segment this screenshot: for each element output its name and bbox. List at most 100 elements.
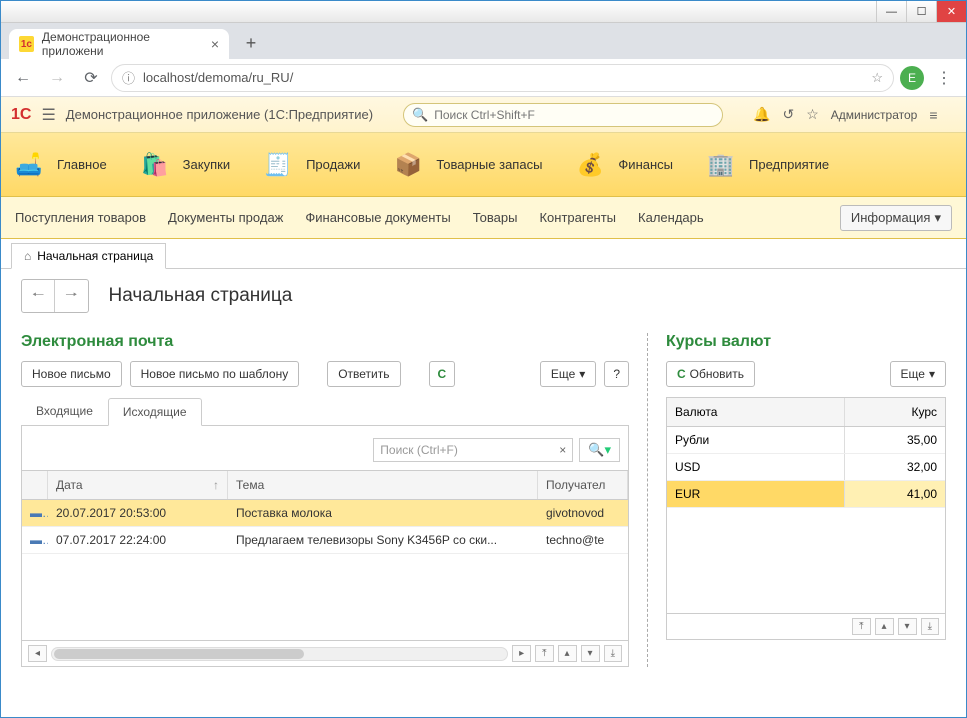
section-item[interactable]: 🧾 Продажи <box>260 147 360 183</box>
bookmark-star-icon[interactable]: ☆ <box>871 70 883 86</box>
app-title: Демонстрационное приложение (1С:Предприя… <box>66 107 373 122</box>
col-date[interactable]: Дата↑ <box>48 471 228 499</box>
tab-close-icon[interactable]: × <box>211 36 219 52</box>
col-subject[interactable]: Тема <box>228 471 538 499</box>
mail-row[interactable]: ▬ 20.07.2017 20:53:00 Поставка молока gi… <box>22 500 628 527</box>
rate-row[interactable]: Рубли 35,00 <box>667 427 945 454</box>
section-item[interactable]: 🛍️ Закупки <box>137 147 230 183</box>
section-icon: 🏢 <box>703 147 739 183</box>
browser-menu-icon[interactable]: ⋮ <box>930 68 958 88</box>
url-field[interactable]: ⓘ localhost/demoma/ru_RU/ ☆ <box>111 64 894 92</box>
grid-nav-up-icon[interactable]: ▴ <box>558 645 577 662</box>
col-rate[interactable]: Курс <box>845 398 945 426</box>
section-item[interactable]: 📦 Товарные запасы <box>390 147 542 183</box>
grid-nav-down-icon[interactable]: ▾ <box>581 645 600 662</box>
mail-pane: Поиск (Ctrl+F) × 🔍 ▾ Дата↑ Тема Получате… <box>21 426 629 667</box>
command-link[interactable]: Финансовые документы <box>305 210 450 225</box>
grid-nav-down-icon[interactable]: ▾ <box>898 618 917 635</box>
command-link[interactable]: Поступления товаров <box>15 210 146 225</box>
section-label: Предприятие <box>749 157 829 172</box>
sort-asc-icon: ↑ <box>213 478 219 492</box>
new-mail-template-button[interactable]: Новое письмо по шаблону <box>130 361 300 387</box>
tab-outbox[interactable]: Исходящие <box>108 398 202 426</box>
command-bar: Поступления товаров Документы продаж Финан… <box>1 197 966 239</box>
mail-search-field[interactable]: Поиск (Ctrl+F) × <box>373 438 573 462</box>
clear-search-icon[interactable]: × <box>559 443 566 457</box>
app-header: 1C ☰ Демонстрационное приложение (1С:Пре… <box>1 97 966 133</box>
page-header: 🠐 🠒 Начальная страница <box>1 269 966 323</box>
settings-lines-icon[interactable]: ≡ <box>929 107 937 123</box>
section-item[interactable]: 💰 Финансы <box>572 147 673 183</box>
main-menu-icon[interactable]: ☰ <box>41 105 55 125</box>
refresh-rates-button[interactable]: C Обновить <box>666 361 755 387</box>
email-panel: Электронная почта Новое письмо Новое пис… <box>21 333 629 667</box>
global-search[interactable]: 🔍 <box>403 103 723 127</box>
horizontal-scrollbar[interactable] <box>51 647 508 661</box>
window-close[interactable]: ✕ <box>936 1 966 22</box>
grid-nav-first-icon[interactable]: ⤒ <box>535 645 553 662</box>
mail-search-button[interactable]: 🔍 ▾ <box>579 438 620 462</box>
favorite-icon[interactable]: ☆ <box>806 106 819 123</box>
global-search-input[interactable] <box>434 108 714 122</box>
rates-title: Курсы валют <box>666 333 946 351</box>
mail-help-button[interactable]: ? <box>604 361 629 387</box>
refresh-mail-button[interactable]: C <box>429 361 456 387</box>
browser-reload-button[interactable]: ⟳ <box>77 64 105 92</box>
grid-nav-up-icon[interactable]: ▴ <box>875 618 894 635</box>
rates-more-button[interactable]: Еще ▾ <box>890 361 946 387</box>
content-area: Электронная почта Новое письмо Новое пис… <box>1 323 966 677</box>
section-icon: 🛋️ <box>11 147 47 183</box>
browser-back-button[interactable]: ← <box>9 64 37 92</box>
mail-recipient: givotnovod <box>538 500 628 526</box>
window-maximize[interactable]: ☐ <box>906 1 936 22</box>
reply-button[interactable]: Ответить <box>327 361 400 387</box>
browser-forward-button[interactable]: → <box>43 64 71 92</box>
mail-subject: Предлагаем телевизоры Sony K3456P со ски… <box>228 527 538 553</box>
tab-inbox[interactable]: Входящие <box>21 397 108 425</box>
rate-row[interactable]: USD 32,00 <box>667 454 945 481</box>
mail-row[interactable]: ▬ 07.07.2017 22:24:00 Предлагаем телевиз… <box>22 527 628 554</box>
command-link[interactable]: Товары <box>473 210 518 225</box>
profile-avatar[interactable]: E <box>900 66 924 90</box>
mail-date: 20.07.2017 20:53:00 <box>48 500 228 526</box>
chevron-down-icon: ▾ <box>579 367 585 381</box>
command-link[interactable]: Контрагенты <box>539 210 616 225</box>
history-nav: 🠐 🠒 <box>21 279 89 313</box>
section-label: Закупки <box>183 157 230 172</box>
section-item[interactable]: 🛋️ Главное <box>11 147 107 183</box>
grid-nav-first-icon[interactable]: ⤒ <box>852 618 870 635</box>
rate-currency: Рубли <box>667 427 845 453</box>
site-info-icon[interactable]: ⓘ <box>122 68 135 87</box>
window-minimize[interactable]: — <box>876 1 906 22</box>
new-tab-button[interactable]: + <box>237 29 265 57</box>
browser-tab[interactable]: 1c Демонстрационное приложени × <box>9 29 229 59</box>
col-currency[interactable]: Валюта <box>667 398 845 426</box>
rates-grid-footer: ⤒ ▴ ▾ ⤓ <box>667 613 945 639</box>
home-icon: ⌂ <box>24 249 31 263</box>
info-dropdown[interactable]: Информация ▾ <box>840 205 952 231</box>
section-item[interactable]: 🏢 Предприятие <box>703 147 829 183</box>
history-icon[interactable]: ↺ <box>782 106 794 123</box>
navtab-row: ⌂ Начальная страница <box>1 239 966 269</box>
tab-title: Демонстрационное приложени <box>42 30 203 58</box>
scroll-left-icon[interactable]: ◂ <box>28 645 47 662</box>
rate-value: 41,00 <box>845 481 945 507</box>
bell-icon[interactable]: 🔔 <box>753 106 770 123</box>
history-forward-button[interactable]: 🠒 <box>55 280 87 312</box>
user-label[interactable]: Администратор <box>831 108 918 122</box>
mail-grid: Дата↑ Тема Получател ▬ 20.07.2017 20:53:… <box>22 470 628 666</box>
grid-nav-last-icon[interactable]: ⤓ <box>604 645 622 662</box>
section-icon: 📦 <box>390 147 426 183</box>
mail-item-icon: ▬ <box>22 527 48 553</box>
new-mail-button[interactable]: Новое письмо <box>21 361 122 387</box>
rate-row[interactable]: EUR 41,00 <box>667 481 945 508</box>
history-back-button[interactable]: 🠐 <box>22 280 55 312</box>
scroll-right-icon[interactable]: ▸ <box>512 645 531 662</box>
col-recipient[interactable]: Получател <box>538 471 628 499</box>
panel-divider[interactable] <box>647 333 648 667</box>
navtab-home[interactable]: ⌂ Начальная страница <box>11 243 166 269</box>
grid-nav-last-icon[interactable]: ⤓ <box>921 618 939 635</box>
mail-more-button[interactable]: Еще ▾ <box>540 361 596 387</box>
command-link[interactable]: Документы продаж <box>168 210 283 225</box>
command-link[interactable]: Календарь <box>638 210 704 225</box>
